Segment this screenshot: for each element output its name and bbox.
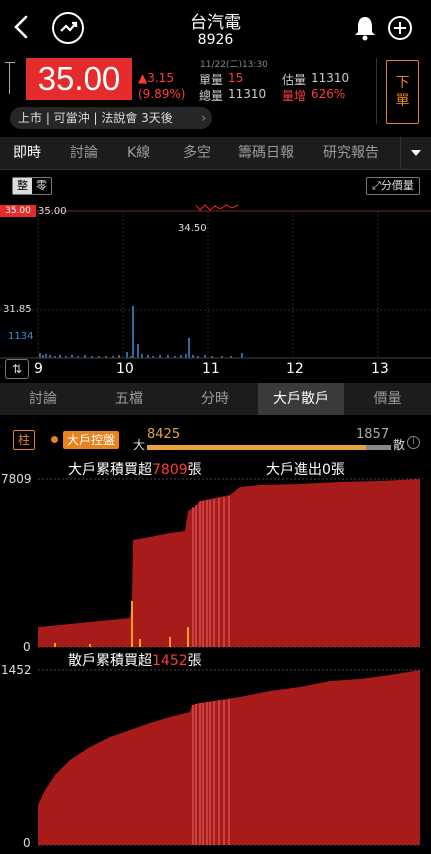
x-tick-13: 13 [371, 361, 389, 377]
limit-up-marker [5, 62, 19, 94]
add-watchlist-icon[interactable] [388, 16, 412, 40]
tab-big-retail[interactable]: 大戶散戶 [258, 383, 344, 415]
volume-bars [39, 306, 243, 358]
main-tabs: 即時 討論 K線 多空 籌碼日報 研究報告 [0, 137, 431, 169]
est-volume-value: 11310 [311, 71, 350, 85]
unit-volume-label: 單量 [199, 73, 224, 87]
low-price-label: 34.50 [178, 223, 207, 234]
intraday-svg [0, 204, 431, 359]
swap-icon[interactable]: ⇅ [5, 359, 29, 379]
info-tags: 上市 | 可當沖 | 法說會 3天後 [18, 111, 173, 125]
detail-tabs: 討論 五檔 分時 大戶散戶 價量 [0, 383, 431, 415]
bell-icon[interactable] [353, 15, 377, 41]
max-volume-label: 1134 [8, 331, 34, 342]
dropdown-icon[interactable] [410, 149, 422, 157]
x-tick-11: 11 [202, 361, 220, 377]
order-button-label: 下單 [395, 75, 410, 109]
x-tick-10: 10 [116, 361, 134, 377]
info-tags-bar[interactable]: 上市 | 可當沖 | 法說會 3天後 › [10, 107, 212, 129]
est-volume-label: 估量 [282, 73, 307, 87]
x-tick-9: 9 [34, 361, 43, 377]
price-change-pct: (9.89%) [138, 87, 186, 101]
x-tick-12: 12 [286, 361, 304, 377]
divider [376, 58, 377, 124]
mid-price-label: 31.85 [3, 304, 32, 315]
tab-price-volume[interactable]: 價量 [344, 383, 431, 415]
price-tag: 35.00 [0, 205, 36, 217]
tab-five-levels[interactable]: 五檔 [86, 383, 172, 415]
tab-discussion[interactable]: 討論 [70, 137, 98, 169]
price-change: ▲3.15 [138, 71, 174, 85]
quote-datetime: 11/22(二)13:30 [200, 60, 268, 70]
price-line [195, 204, 239, 211]
tab-chip-daily[interactable]: 籌碼日報 [238, 137, 294, 169]
tab-discussion-2[interactable]: 討論 [0, 383, 86, 415]
unit-volume-value: 15 [228, 71, 244, 85]
total-volume-label: 總量 [199, 89, 224, 103]
tab-research[interactable]: 研究報告 [323, 137, 379, 169]
last-price: 35.00 [26, 58, 132, 100]
tab-kline[interactable]: K線 [127, 137, 150, 169]
order-button[interactable]: 下單 [386, 60, 419, 124]
divider [400, 137, 401, 169]
volume-increase-label: 量增 [282, 89, 307, 103]
chevron-right-icon: › [201, 111, 206, 125]
stock-app: 台汽電 8926 35.00 ▲3.15 (9.89%) 11/22(二)13:… [0, 0, 431, 854]
tab-realtime[interactable]: 即時 [13, 137, 41, 169]
price-axis-label: 35.00 [38, 206, 67, 217]
total-volume-value: 11310 [228, 87, 267, 101]
big-retail-chart [38, 478, 423, 846]
volume-increase-value: 626% [311, 87, 346, 101]
tab-timesales[interactable]: 分時 [172, 383, 258, 415]
tab-bull-bear[interactable]: 多空 [183, 137, 211, 169]
